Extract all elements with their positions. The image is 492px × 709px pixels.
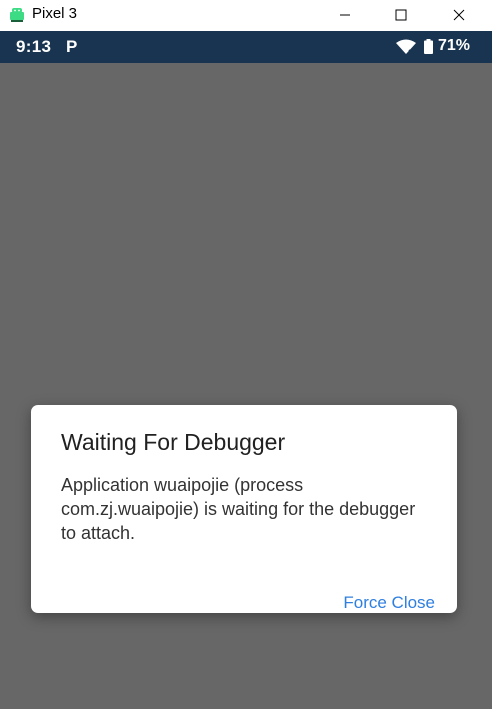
battery-icon bbox=[424, 39, 433, 54]
minimize-button[interactable] bbox=[320, 0, 370, 30]
maximize-icon bbox=[395, 9, 407, 21]
maximize-button[interactable] bbox=[376, 0, 426, 30]
emulator-window: Pixel 3 9:13 P 71% Waiting For Debugger … bbox=[0, 0, 492, 709]
minimize-icon bbox=[340, 14, 350, 16]
close-button[interactable] bbox=[434, 0, 484, 30]
battery-percent: 71% bbox=[438, 37, 471, 54]
close-icon bbox=[453, 9, 465, 21]
force-close-button[interactable]: Force Close bbox=[343, 593, 435, 613]
dialog-message: Application wuaipojie (process com.zj.wu… bbox=[61, 475, 416, 543]
window-title: Pixel 3 bbox=[32, 5, 78, 22]
dialog-title: Waiting For Debugger bbox=[61, 429, 286, 455]
wifi-icon bbox=[396, 39, 416, 55]
waiting-for-debugger-dialog: Waiting For Debugger Application wuaipoj… bbox=[31, 405, 457, 613]
android-emulator-icon bbox=[10, 8, 24, 22]
window-title-bar: Pixel 3 bbox=[0, 0, 492, 30]
notification-icon: P bbox=[66, 37, 78, 56]
device-screen: 9:13 P 71% Waiting For Debugger Applicat… bbox=[0, 31, 492, 709]
status-time: 9:13 bbox=[16, 37, 52, 56]
status-bar: 9:13 P 71% bbox=[0, 31, 492, 63]
